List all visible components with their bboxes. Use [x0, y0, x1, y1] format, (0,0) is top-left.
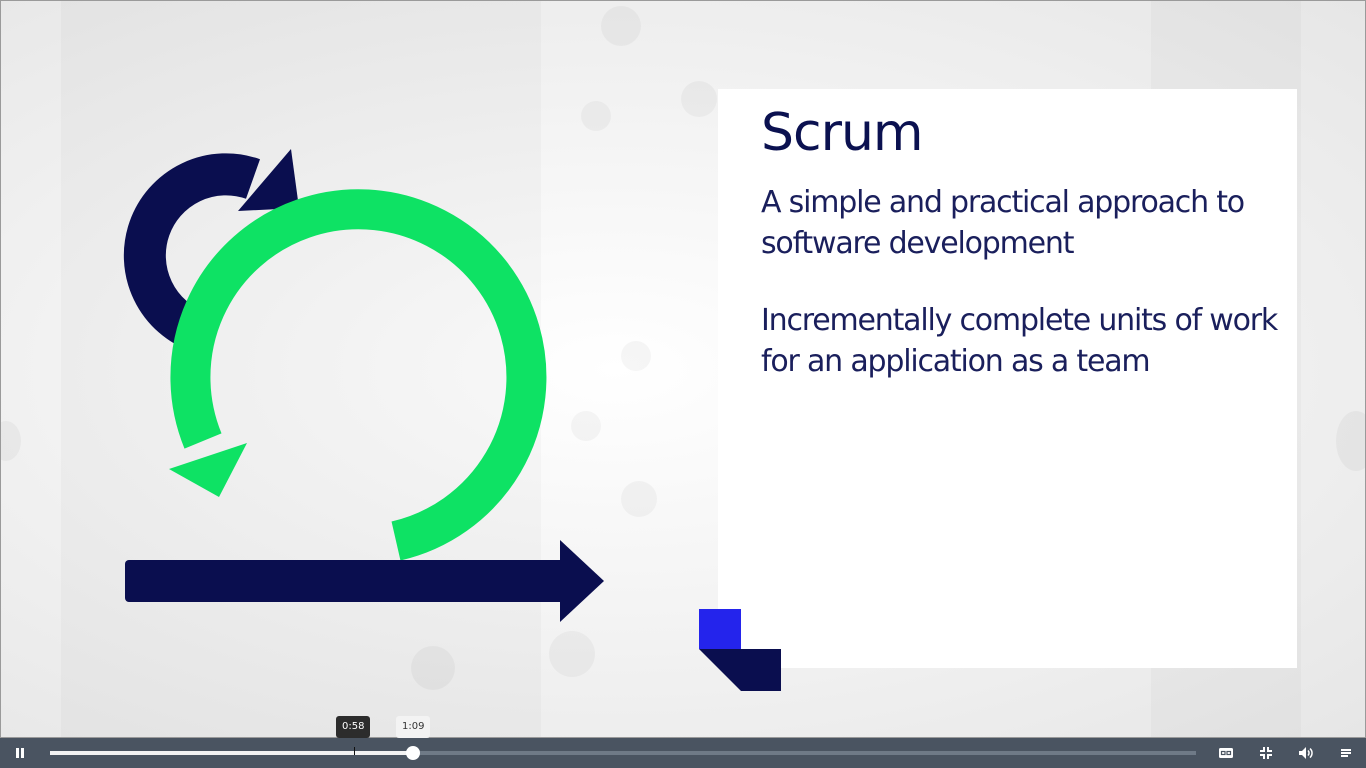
volume-button[interactable] [1291, 738, 1321, 768]
brand-navy-block [699, 649, 781, 691]
brand-corner-mark [699, 609, 781, 691]
progress-bar[interactable] [50, 746, 1196, 760]
slide-text-card: Scrum A simple and practical approach to… [718, 89, 1297, 668]
slide-paragraph: Incrementally complete units of work for… [761, 303, 1278, 379]
slide-paragraph: A simple and practical approach to softw… [761, 185, 1245, 261]
scrum-cycle-illustration [123, 149, 604, 622]
exit-fullscreen-icon [1260, 747, 1272, 759]
hover-time-tooltip: 0:58 [336, 716, 371, 738]
volume-icon [1299, 747, 1313, 759]
closed-captions-icon [1219, 748, 1233, 758]
player-control-bar [0, 738, 1366, 768]
background-dot [1336, 411, 1365, 471]
current-time-tooltip: 1:09 [396, 716, 431, 738]
progress-scrubber-handle[interactable] [406, 746, 421, 760]
pause-icon [16, 748, 24, 758]
transcript-button[interactable] [1331, 738, 1361, 768]
closed-captions-button[interactable] [1211, 738, 1241, 768]
hover-position-marker [353, 747, 355, 755]
green-cycle-arrow-body [170, 189, 547, 561]
brand-blue-square [699, 609, 741, 649]
progress-played [50, 751, 414, 755]
exit-fullscreen-button[interactable] [1251, 738, 1281, 768]
video-frame[interactable]: Scrum A simple and practical approach to… [0, 0, 1366, 738]
slide-title: Scrum [761, 103, 924, 163]
navy-timeline-arrow-head [560, 540, 604, 622]
transcript-list-icon [1341, 749, 1351, 757]
green-cycle-arrow-head [169, 443, 247, 497]
play-pause-button[interactable] [5, 738, 35, 768]
navy-timeline-arrow-body [125, 560, 571, 602]
